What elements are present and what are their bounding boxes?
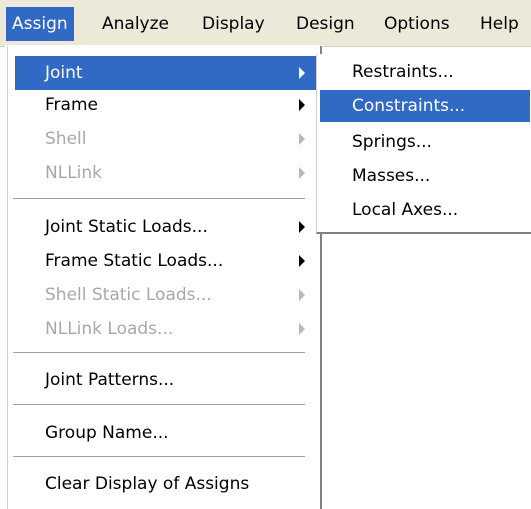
menu-separator <box>13 198 305 200</box>
menu-design[interactable]: Design <box>290 7 361 41</box>
submenu-arrow-icon <box>299 99 305 111</box>
menu-item-label: NLLink <box>45 163 103 183</box>
menu-item-label: Joint Static Loads... <box>45 217 208 237</box>
menu-item-label: Joint <box>45 63 83 83</box>
menu-item-frame-static-loads[interactable]: Frame Static Loads... <box>15 244 317 278</box>
menu-analyze[interactable]: Analyze <box>96 7 175 41</box>
submenu-item-restraints[interactable]: Restraints... <box>320 56 530 88</box>
menu-item-joint-patterns[interactable]: Joint Patterns... <box>15 363 317 397</box>
submenu-item-local-axes[interactable]: Local Axes... <box>320 194 530 226</box>
menu-item-label: Group Name... <box>45 423 169 443</box>
menu-item-joint[interactable]: Joint <box>15 56 317 90</box>
menu-assign[interactable]: Assign <box>6 7 74 41</box>
menu-item-label: NLLink Loads... <box>45 319 174 339</box>
submenu-item-constraints[interactable]: Constraints... <box>320 90 530 122</box>
menu-separator <box>13 352 305 354</box>
menu-item-label: Shell <box>45 129 87 149</box>
menu-item-nllink: NLLink <box>15 156 317 190</box>
menu-separator <box>13 404 305 406</box>
menu-item-label: Frame <box>45 95 98 115</box>
menu-item-nllink-loads: NLLink Loads... <box>15 312 317 346</box>
submenu-arrow-icon <box>299 167 305 179</box>
menu-separator <box>13 456 305 458</box>
menu-item-label: Clear Display of Assigns <box>45 474 250 494</box>
submenu-item-masses[interactable]: Masses... <box>320 160 530 192</box>
menu-item-label: Joint Patterns... <box>45 370 175 390</box>
menu-item-group-name[interactable]: Group Name... <box>15 416 317 450</box>
menu-help[interactable]: Help <box>474 7 525 41</box>
submenu-arrow-icon <box>299 289 305 301</box>
submenu-item-springs[interactable]: Springs... <box>320 126 530 158</box>
menu-item-shell-static-loads: Shell Static Loads... <box>15 278 317 312</box>
menu-item-clear-display-of-assigns[interactable]: Clear Display of Assigns <box>15 467 317 501</box>
submenu-arrow-icon <box>299 323 305 335</box>
submenu-arrow-icon <box>299 67 305 79</box>
submenu-arrow-icon <box>299 255 305 267</box>
joint-submenu: Restraints... Constraints... Springs... … <box>316 54 531 234</box>
submenu-arrow-icon <box>299 133 305 145</box>
menu-display[interactable]: Display <box>196 7 271 41</box>
menu-item-shell: Shell <box>15 122 317 156</box>
menu-item-frame[interactable]: Frame <box>15 88 317 122</box>
menu-options[interactable]: Options <box>378 7 456 41</box>
menu-item-label: Shell Static Loads... <box>45 285 212 305</box>
menu-item-label: Frame Static Loads... <box>45 251 224 271</box>
menu-item-joint-static-loads[interactable]: Joint Static Loads... <box>15 210 317 244</box>
submenu-arrow-icon <box>299 221 305 233</box>
menu-bar: Assign Analyze Display Design Options He… <box>0 0 531 47</box>
